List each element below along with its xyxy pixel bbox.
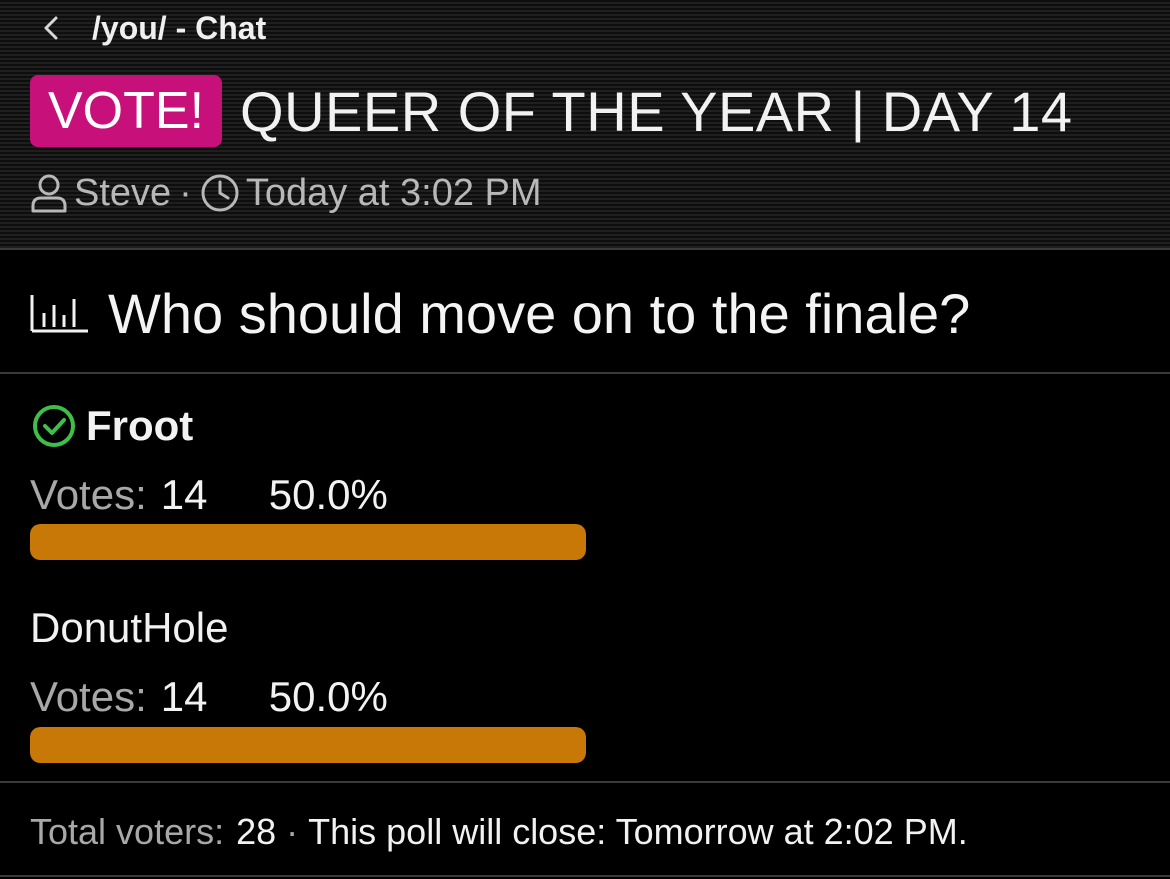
poll-option-froot: Froot bbox=[30, 400, 193, 452]
poll-question-text: Who should move on to the finale? bbox=[108, 281, 971, 345]
breadcrumb-label[interactable]: /you/ - Chat bbox=[92, 10, 266, 47]
votes-value: 14 bbox=[160, 673, 208, 720]
thread-header: /you/ - Chat VOTE! QUEER OF THE YEAR | D… bbox=[0, 0, 1170, 250]
thread-meta: Steve · Today at 3:02 PM bbox=[30, 170, 542, 216]
option-label: Froot bbox=[86, 402, 194, 449]
poll-option-donuthole: DonutHole bbox=[30, 602, 228, 654]
meta-separator: · bbox=[179, 171, 192, 214]
back-breadcrumb[interactable]: /you/ - Chat bbox=[40, 8, 266, 48]
progress-bar-fill bbox=[30, 524, 586, 560]
votes-label: Votes: bbox=[30, 673, 147, 720]
poll-footer: Total voters: 28 · This poll will close:… bbox=[30, 806, 968, 858]
divider bbox=[0, 372, 1170, 374]
votes-label: Votes: bbox=[30, 471, 147, 518]
clock-icon bbox=[201, 174, 239, 212]
vote-prefix-badge[interactable]: VOTE! bbox=[30, 75, 223, 147]
divider bbox=[0, 875, 1170, 877]
page-title: QUEER OF THE YEAR | DAY 14 bbox=[240, 79, 1073, 143]
option-vote-count: Votes: 14 50.0% bbox=[30, 470, 388, 520]
post-timestamp[interactable]: Today at 3:02 PM bbox=[246, 172, 542, 215]
bar-chart-icon bbox=[30, 295, 88, 333]
votes-percent: 50.0% bbox=[268, 471, 388, 518]
progress-bar bbox=[30, 524, 586, 560]
progress-bar-fill bbox=[30, 727, 586, 763]
check-circle-icon bbox=[33, 405, 75, 447]
poll-question: Who should move on to the finale? bbox=[30, 278, 970, 348]
user-icon bbox=[31, 174, 67, 213]
votes-percent: 50.0% bbox=[268, 673, 388, 720]
option-label: DonutHole bbox=[30, 604, 229, 651]
footer-separator: · bbox=[286, 811, 299, 852]
progress-bar bbox=[30, 727, 586, 763]
total-voters-label: Total voters: bbox=[30, 811, 225, 852]
poll-close-text: This poll will close: Tomorrow at 2:02 P… bbox=[308, 811, 968, 852]
votes-value: 14 bbox=[160, 471, 208, 518]
chevron-left-icon[interactable] bbox=[40, 8, 62, 48]
option-vote-count: Votes: 14 50.0% bbox=[30, 672, 388, 722]
total-voters-value: 28 bbox=[236, 811, 277, 852]
thread-title-row: VOTE! QUEER OF THE YEAR | DAY 14 bbox=[30, 74, 1073, 148]
divider bbox=[0, 781, 1170, 783]
author-name[interactable]: Steve bbox=[74, 172, 171, 215]
